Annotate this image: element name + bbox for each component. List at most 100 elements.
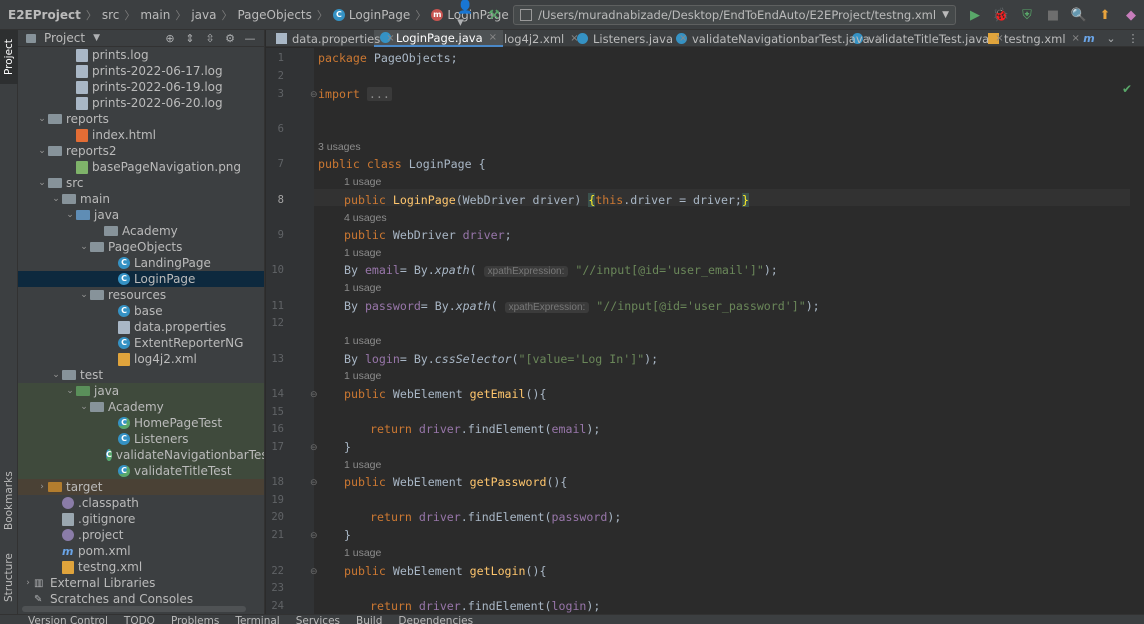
fold-marker-icon[interactable]: ⊖ [310, 90, 318, 100]
build-hammer-icon[interactable]: ⚒ [483, 4, 505, 26]
breadcrumb-src[interactable]: src [102, 8, 120, 22]
editor-tab[interactable]: validateNavigationbarTest.java × [670, 30, 890, 47]
fold-marker-icon[interactable]: ⊖ [310, 390, 318, 400]
import-fold[interactable]: ... [366, 87, 392, 101]
chevron-right-icon[interactable]: › [36, 482, 48, 492]
collapse-all-icon[interactable]: ⇳ [200, 32, 220, 45]
breadcrumb-main[interactable]: main [140, 8, 170, 22]
tree-item[interactable]: index.html [18, 127, 264, 143]
close-icon[interactable]: × [386, 33, 394, 44]
tree-item[interactable]: C ExtentReporterNG [18, 335, 264, 351]
tree-item[interactable]: testng.xml [18, 559, 264, 575]
chevron-down-icon[interactable]: ▼ [93, 33, 100, 43]
fold-marker-icon[interactable]: ⊖ [310, 478, 318, 488]
tree-item[interactable]: prints-2022-06-20.log [18, 95, 264, 111]
tree-item[interactable]: ⌄ main [18, 191, 264, 207]
tree-item[interactable]: Academy [18, 223, 264, 239]
stop-icon[interactable]: ■ [1042, 4, 1064, 26]
chevron-down-icon[interactable]: ⌄ [36, 178, 48, 188]
run-icon[interactable]: ▶ [964, 4, 986, 26]
chevron-down-icon[interactable]: ⌄ [50, 194, 62, 204]
fold-marker-icon[interactable]: ⊖ [310, 443, 318, 453]
tool-window-tab[interactable]: Terminal [235, 615, 279, 624]
tree-item[interactable]: ⌄ Academy [18, 399, 264, 415]
chevron-down-icon[interactable]: ⌄ [64, 386, 76, 396]
tool-window-tab[interactable]: Build [356, 615, 382, 624]
tree-item[interactable]: ✎ Scratches and Consoles [18, 591, 264, 607]
search-icon[interactable]: 🔍 [1068, 4, 1090, 26]
tree-item[interactable]: data.properties [18, 319, 264, 335]
usage-hint[interactable]: 1 usage [344, 547, 381, 559]
structure-tool-tab[interactable]: Structure [0, 546, 18, 610]
fold-marker-icon[interactable]: ⊖ [310, 567, 318, 577]
usage-hint[interactable]: 1 usage [344, 459, 381, 471]
error-stripe[interactable] [1130, 48, 1144, 614]
tree-item[interactable]: C Listeners [18, 431, 264, 447]
chevron-down-icon[interactable]: ⌄ [78, 290, 90, 300]
tool-window-tab[interactable]: Problems [171, 615, 219, 624]
usage-hint[interactable]: 4 usages [344, 212, 387, 224]
coverage-icon[interactable]: ⛨ [1016, 4, 1038, 26]
horizontal-scrollbar[interactable] [22, 606, 246, 612]
usage-hint[interactable]: 1 usage [344, 247, 381, 259]
chevron-down-icon[interactable]: ⌄ [36, 114, 48, 124]
tree-item[interactable]: ⌄ resources [18, 287, 264, 303]
tree-item[interactable]: › ▥ External Libraries [18, 575, 264, 591]
tree-item[interactable]: CvalidateTitleTest [18, 463, 264, 479]
hide-panel-icon[interactable]: — [240, 32, 260, 45]
tool-window-tab[interactable]: TODO [124, 615, 155, 624]
close-icon[interactable]: × [876, 33, 884, 44]
editor-tab[interactable]: data.properties × [270, 30, 401, 47]
code-area[interactable]: 1 2 3 6 7 8 9 10 11 12 13 14 15 16 17 18… [266, 48, 1144, 624]
gear-icon[interactable]: ⚙ [220, 32, 240, 45]
tree-item[interactable]: ⌄ reports2 [18, 143, 264, 159]
tree-item[interactable]: › target [18, 479, 264, 495]
close-icon[interactable]: × [570, 33, 578, 44]
chevron-down-icon[interactable]: ⌄ [64, 210, 76, 220]
usage-hint[interactable]: 3 usages [318, 141, 361, 153]
chevron-down-icon[interactable]: ⌄ [78, 242, 90, 252]
tree-item[interactable]: C HomePageTest [18, 415, 264, 431]
tree-item[interactable]: ⌄ java [18, 383, 264, 399]
usage-hint[interactable]: 1 usage [344, 335, 381, 347]
chevron-down-icon[interactable]: ⌄ [78, 402, 90, 412]
close-icon[interactable]: × [489, 32, 497, 43]
expand-all-icon[interactable]: ⇕ [180, 32, 200, 45]
tree-item[interactable]: prints.log [18, 47, 264, 63]
ide-logo-icon[interactable]: ◆ [1120, 4, 1142, 26]
tool-window-tab[interactable]: Dependencies [398, 615, 473, 624]
checkmark-icon[interactable]: ✔ [1122, 82, 1132, 96]
breadcrumb-loginpage-class[interactable]: C LoginPage [332, 8, 410, 22]
maven-icon[interactable]: m [1078, 32, 1100, 45]
debug-icon[interactable]: 🐞 [990, 4, 1012, 26]
tool-window-tab[interactable]: Version Control [28, 615, 108, 624]
usage-hint[interactable]: 1 usage [344, 176, 381, 188]
fold-marker-icon[interactable]: ⊖ [310, 531, 318, 541]
project-panel-title[interactable]: Project [44, 31, 85, 45]
breadcrumb-project[interactable]: E2EProject [8, 8, 81, 22]
chevron-down-icon[interactable]: ⌄ [36, 146, 48, 156]
tree-item[interactable]: ⌄ test [18, 367, 264, 383]
breadcrumb-java[interactable]: java [191, 8, 216, 22]
more-options-icon[interactable]: ⋮ [1122, 32, 1144, 45]
usage-hint[interactable]: 1 usage [344, 370, 381, 382]
tree-item[interactable]: Cbase [18, 303, 264, 319]
chevron-right-icon[interactable]: › [22, 578, 34, 588]
breadcrumb-pageobjects[interactable]: PageObjects [237, 8, 311, 22]
tree-item[interactable]: ⌄ reports [18, 111, 264, 127]
close-icon[interactable]: × [679, 33, 687, 44]
tree-item[interactable]: m pom.xml [18, 543, 264, 559]
tree-item[interactable]: ⌄ PageObjects [18, 239, 264, 255]
tree-item[interactable]: CvalidateNavigationbarTes [18, 447, 264, 463]
editor-tab[interactable]: Listeners.java × [571, 30, 693, 47]
chevron-down-icon[interactable]: ⌄ [50, 370, 62, 380]
tree-item[interactable]: C LoginPage [18, 271, 264, 287]
tree-item[interactable]: prints-2022-06-19.log [18, 79, 264, 95]
tree-item[interactable]: .project [18, 527, 264, 543]
run-configuration-dropdown[interactable]: /Users/muradnabizade/Desktop/EndToEndAut… [513, 5, 956, 25]
update-icon[interactable]: ⬆ [1094, 4, 1116, 26]
tree-item[interactable]: ⌄ java [18, 207, 264, 223]
bookmarks-tool-tab[interactable]: Bookmarks [0, 466, 18, 536]
tree-item[interactable]: prints-2022-06-17.log [18, 63, 264, 79]
tree-item[interactable]: basePageNavigation.png [18, 159, 264, 175]
